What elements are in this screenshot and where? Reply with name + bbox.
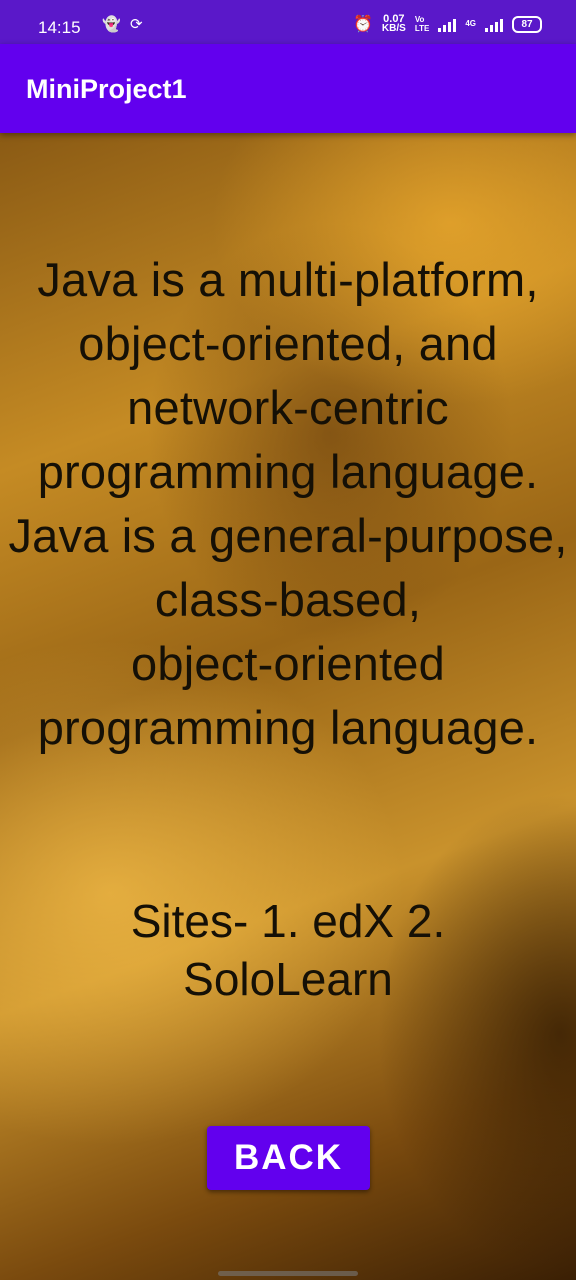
description-line: programming language.: [37, 445, 539, 498]
network-speed: 0.07 KB/S: [381, 13, 406, 34]
description-line: network-centric: [127, 381, 449, 434]
sites-line: Sites- 1. edX 2.: [130, 895, 446, 947]
sync-icon: ⟳: [130, 16, 143, 33]
status-icons: ⏰ 0.07 KB/S Vo LTE 4G 87: [353, 14, 542, 34]
alarm-icon: ⏰: [352, 16, 373, 33]
description-line: class-based,: [154, 573, 422, 626]
volte-indicator: Vo LTE: [414, 15, 430, 33]
sites-text: Sites- 1. edX 2. SoloLearn: [0, 892, 576, 1008]
sites-line: SoloLearn: [183, 953, 393, 1005]
status-bar: 14:15 👻 ⟳ ⏰ 0.07 KB/S Vo LTE 4G 87: [0, 0, 576, 44]
network-type: 4G: [465, 19, 476, 28]
app-title: MiniProject1: [26, 74, 187, 104]
signal-icon: [438, 16, 457, 32]
description-line: object-oriented: [131, 637, 445, 690]
description-line: object-oriented, and: [78, 317, 498, 370]
description-line: Java is a multi-platform,: [37, 253, 539, 306]
back-button[interactable]: BACK: [207, 1126, 370, 1190]
signal-icon-secondary: [485, 16, 503, 32]
description-line: programming language.: [37, 701, 539, 754]
app-bar: MiniProject1: [0, 44, 576, 133]
status-time: 14:15: [38, 18, 81, 37]
app-screen: 14:15 👻 ⟳ ⏰ 0.07 KB/S Vo LTE 4G 87 MiniP…: [0, 0, 576, 1280]
java-description: Java is a multi-platform, object-oriente…: [0, 248, 576, 760]
snapchat-icon: 👻: [102, 16, 121, 33]
battery-icon: 87: [512, 15, 542, 33]
description-line: Java is a general-purpose,: [8, 509, 568, 562]
gesture-nav-handle[interactable]: [218, 1271, 358, 1276]
